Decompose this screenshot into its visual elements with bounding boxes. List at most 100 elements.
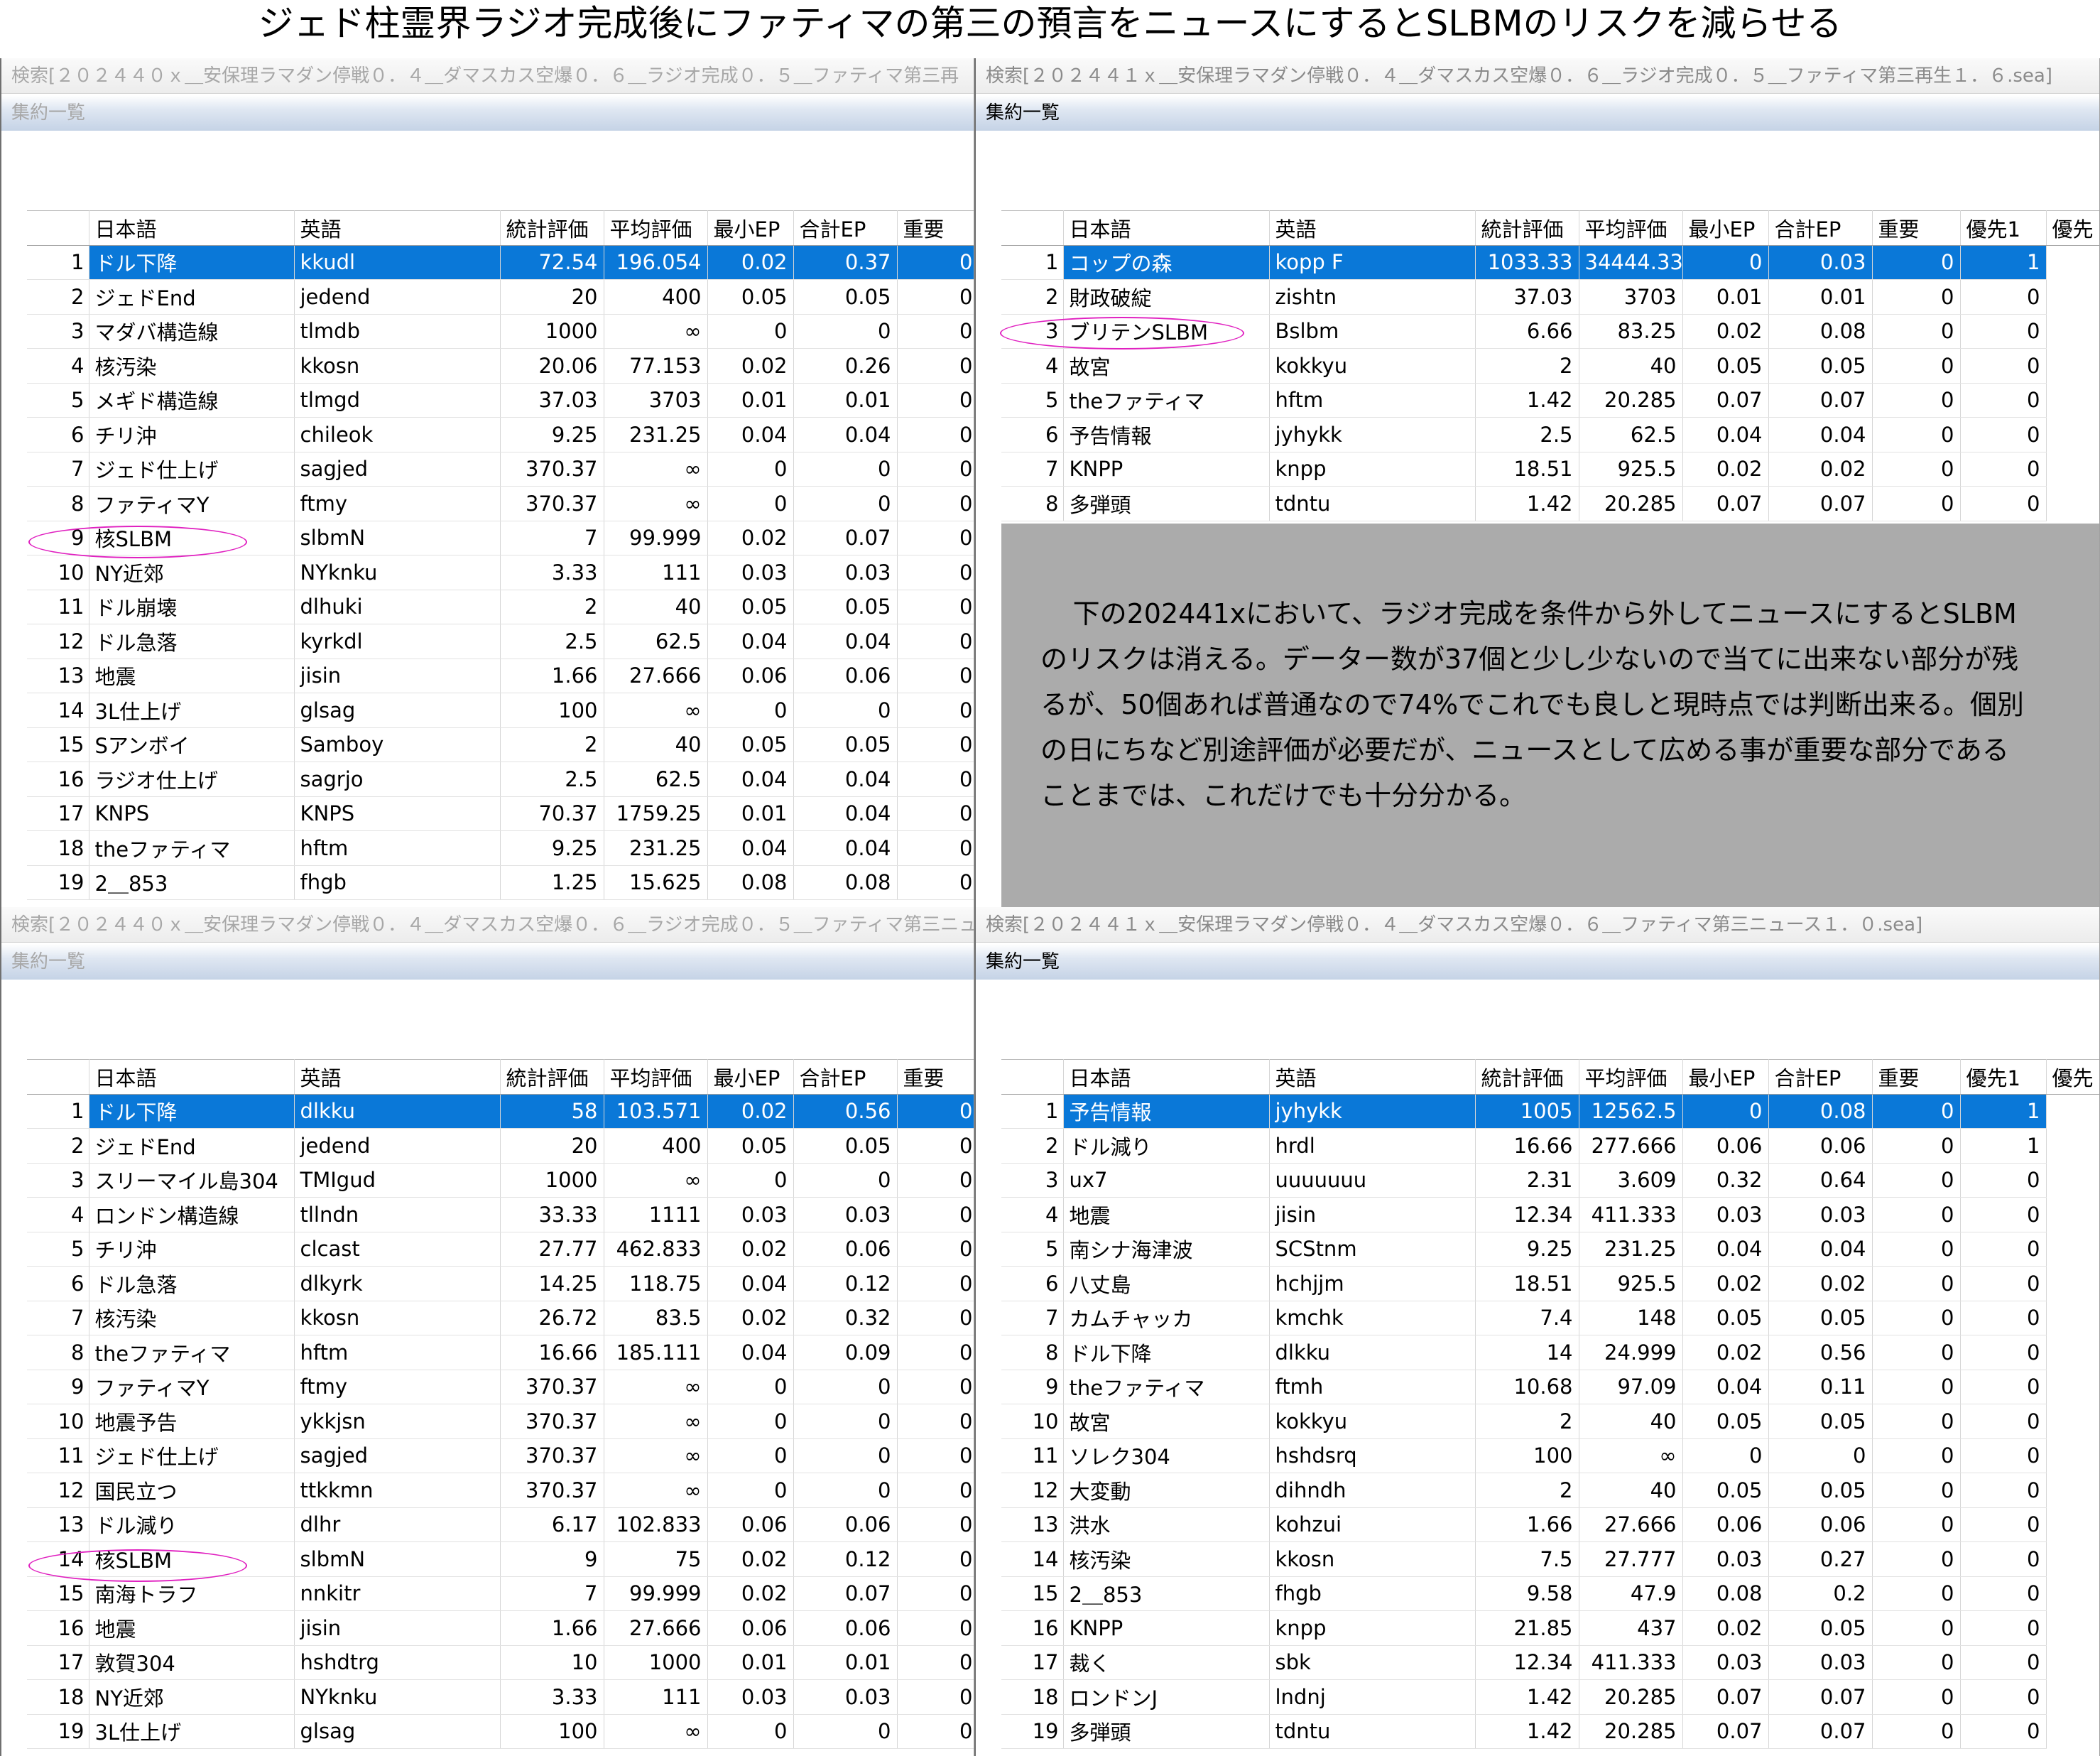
table-cell[interactable]: 0 — [897, 1610, 974, 1646]
table-cell[interactable]: ドル減り — [89, 1507, 295, 1542]
table-cell[interactable]: 0 — [1872, 417, 1961, 452]
table-cell[interactable]: 1.25 — [500, 865, 604, 900]
table-cell[interactable]: 0 — [1960, 1370, 2047, 1404]
table-row[interactable]: 6 チリ沖 chileok 9.25 231.25 0.04 0.04 0 — [27, 417, 974, 452]
table-cell[interactable]: 0 — [707, 693, 794, 728]
table-cell[interactable]: 0 — [897, 521, 974, 555]
table-cell[interactable]: kokkyu — [1269, 1404, 1476, 1439]
column-header[interactable]: 統計評価 — [1475, 1059, 1579, 1095]
table-cell[interactable]: 地震 — [89, 658, 295, 693]
table-cell[interactable]: 0.56 — [793, 1094, 898, 1129]
row-number[interactable]: 19 — [27, 865, 89, 900]
table-cell[interactable]: 0 — [1872, 1438, 1961, 1473]
table-cell[interactable]: 0 — [897, 1370, 974, 1404]
table-cell[interactable]: 40 — [1579, 348, 1683, 384]
table-cell[interactable]: 14.25 — [500, 1266, 604, 1301]
table-cell[interactable]: 100 — [500, 1714, 604, 1749]
table-cell[interactable]: 1000 — [604, 1645, 708, 1680]
table-cell[interactable]: 20 — [500, 279, 604, 315]
table-cell[interactable]: 0.06 — [1682, 1507, 1769, 1542]
table-cell[interactable]: ソレク304 — [1063, 1438, 1270, 1473]
table-cell[interactable]: 1.42 — [1475, 486, 1579, 521]
table-cell[interactable]: hchjjm — [1269, 1266, 1476, 1301]
table-cell[interactable]: KNPS — [89, 796, 295, 831]
table-cell[interactable]: 185.111 — [604, 1335, 708, 1370]
table-cell[interactable]: 0 — [1960, 1473, 2047, 1508]
row-number[interactable]: 7 — [27, 1301, 89, 1335]
column-header[interactable]: 日本語 — [89, 1059, 295, 1095]
table-cell[interactable]: 0 — [1960, 1404, 2047, 1439]
row-number[interactable]: 10 — [27, 555, 89, 590]
table-cell[interactable]: 0 — [897, 452, 974, 487]
table-cell[interactable]: ドル急落 — [89, 624, 295, 659]
table-cell[interactable]: nnkitr — [294, 1576, 501, 1611]
table-cell[interactable]: 370.37 — [500, 1370, 604, 1404]
row-number[interactable]: 9 — [1001, 1370, 1064, 1404]
table-cell[interactable]: 0.04 — [707, 417, 794, 452]
table-cell[interactable]: 0.03 — [793, 555, 898, 590]
table-cell[interactable]: 3L仕上げ — [89, 1714, 295, 1749]
row-number[interactable]: 19 — [1001, 1714, 1064, 1749]
table-cell[interactable]: 1.66 — [1475, 1507, 1579, 1542]
table-cell[interactable]: 0 — [897, 693, 974, 728]
table-cell[interactable]: 1.66 — [500, 1610, 604, 1646]
table-cell[interactable]: jedend — [294, 1128, 501, 1164]
table-cell[interactable]: 400 — [604, 279, 708, 315]
window-title-bar[interactable]: 検索[２０２４４０ｘ＿安保理ラマダン停戦０．４＿ダマスカス空爆０．６＿ラジオ完成… — [1, 907, 974, 943]
table-cell[interactable]: tllndn — [294, 1197, 501, 1232]
table-cell[interactable]: 核汚染 — [89, 348, 295, 384]
table-row[interactable]: 19 多弾頭 tdntu 1.42 20.285 0.07 0.07 0 0 — [1001, 1714, 2099, 1749]
table-cell[interactable]: 70.37 — [500, 796, 604, 831]
table-cell[interactable]: 231.25 — [604, 830, 708, 866]
table-cell[interactable]: 0.04 — [793, 417, 898, 452]
table-cell[interactable]: 7 — [500, 1576, 604, 1611]
column-header[interactable]: 平均評価 — [604, 1059, 708, 1095]
table-cell[interactable]: 9.25 — [500, 417, 604, 452]
row-number[interactable]: 1 — [1001, 245, 1064, 280]
table-cell[interactable]: 0.03 — [1768, 1197, 1873, 1232]
table-row[interactable]: 3 ux7 uuuuuuu 2.31 3.609 0.32 0.64 0 0 — [1001, 1163, 2099, 1198]
table-row[interactable]: 6 ドル急落 dlkyrk 14.25 118.75 0.04 0.12 0 — [27, 1266, 974, 1301]
table-cell[interactable]: 0.05 — [793, 279, 898, 315]
row-number[interactable]: 6 — [1001, 417, 1064, 452]
table-row[interactable]: 14 核SLBM slbmN 9 75 0.02 0.12 0 — [27, 1541, 974, 1577]
column-header[interactable]: 統計評価 — [500, 1059, 604, 1095]
table-cell[interactable]: 0.06 — [1768, 1507, 1873, 1542]
table-row[interactable]: 1コップの森kopp F1033.3334444.33300.0301 — [1001, 245, 2099, 280]
table-cell[interactable]: 0 — [707, 1714, 794, 1749]
row-number[interactable]: 4 — [1001, 1197, 1064, 1232]
table-cell[interactable]: slbmN — [294, 1541, 501, 1577]
table-cell[interactable]: 0.07 — [793, 521, 898, 555]
table-cell[interactable]: 0.04 — [707, 1266, 794, 1301]
table-cell[interactable]: dlkku — [294, 1094, 501, 1129]
row-number[interactable]: 16 — [1001, 1610, 1064, 1646]
row-number[interactable]: 18 — [27, 830, 89, 866]
table-cell[interactable]: 1 — [1960, 1128, 2047, 1164]
row-number[interactable]: 17 — [27, 1645, 89, 1680]
table-cell[interactable]: 0.01 — [707, 383, 794, 418]
table-cell[interactable]: 370.37 — [500, 452, 604, 487]
table-row[interactable]: 2 ジェドEnd jedend 20 400 0.05 0.05 0 — [27, 279, 974, 315]
table-row[interactable]: 5 チリ沖 clcast 27.77 462.833 0.02 0.06 0 — [27, 1232, 974, 1267]
table-cell[interactable]: 0.07 — [1768, 1714, 1873, 1749]
table-cell[interactable]: 核汚染 — [1063, 1541, 1270, 1577]
table-cell[interactable]: 0 — [1872, 314, 1961, 349]
table-cell[interactable]: 2＿853 — [1063, 1576, 1270, 1611]
table-cell[interactable]: 0.04 — [1682, 417, 1769, 452]
table-cell[interactable]: 102.833 — [604, 1507, 708, 1542]
table-cell[interactable]: 2 — [1475, 1473, 1579, 1508]
table-cell[interactable]: ジェドEnd — [89, 1128, 295, 1164]
row-number[interactable]: 1 — [1001, 1094, 1064, 1129]
table-row[interactable]: 2 財政破綻 zishtn 37.03 3703 0.01 0.01 0 0 — [1001, 279, 2099, 315]
table-cell[interactable]: 0.01 — [1682, 279, 1769, 315]
row-number[interactable]: 1 — [27, 245, 89, 280]
table-cell[interactable]: 0 — [793, 314, 898, 349]
table-cell[interactable]: 40 — [1579, 1473, 1683, 1508]
table-cell[interactable]: 0.05 — [793, 727, 898, 762]
column-header[interactable]: 合計EP — [1768, 210, 1873, 246]
row-number[interactable]: 13 — [27, 658, 89, 693]
table-cell[interactable]: ドル下降 — [1063, 1335, 1270, 1370]
table-cell[interactable]: 0 — [1872, 486, 1961, 521]
table-row[interactable]: 7 KNPP knpp 18.51 925.5 0.02 0.02 0 0 — [1001, 452, 2099, 487]
row-number[interactable]: 9 — [27, 1370, 89, 1404]
